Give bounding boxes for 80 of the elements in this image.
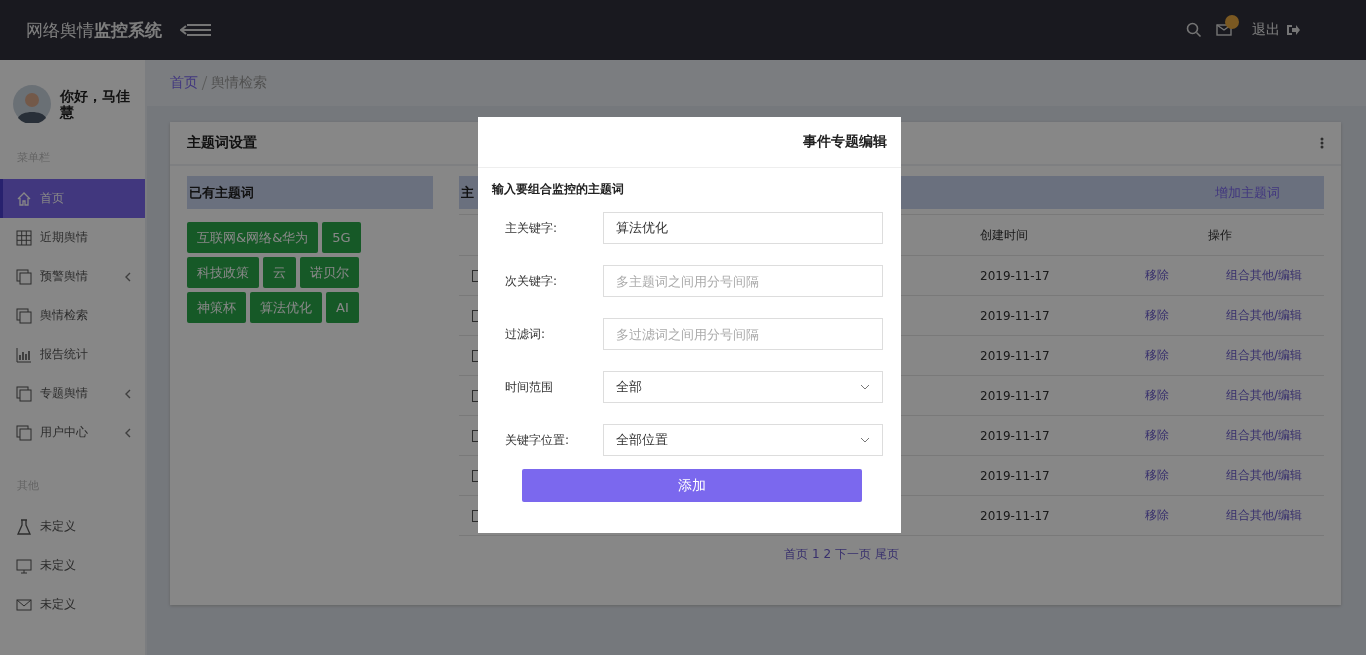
keyword-tag[interactable]: 科技政策 [187,257,259,288]
table-cell: 2019-11-17 [980,508,1050,523]
sidebar-item[interactable]: 未定义 [0,507,145,546]
panel-title: 已有主题词 [189,183,254,202]
select-field[interactable]: 全部位置 [603,424,883,456]
sidebar-item[interactable]: 未定义 [0,546,145,585]
edit-link[interactable]: 组合其他/编辑 [1225,388,1302,402]
copy-icon [16,424,32,441]
pagination[interactable]: 首页 1 2 下一页 尾页 [784,547,899,561]
edit-link[interactable]: 组合其他/编辑 [1225,468,1302,482]
monitor-icon [16,557,32,574]
keyword-tag[interactable]: 诺贝尔 [300,257,359,288]
home-icon [16,190,32,207]
logout-icon[interactable] [1286,24,1300,36]
add-button[interactable]: 添加 [522,469,862,502]
keyword-tag[interactable]: 5G [322,222,361,253]
remove-link[interactable]: 移除 [1145,388,1169,402]
field-label: 过滤词: [504,325,547,343]
panel-title: 主 [461,183,474,202]
keyword-tag[interactable]: AI [326,292,359,323]
avatar [13,85,51,123]
sidebar-item[interactable]: 用户中心 [0,413,145,452]
sidebar-item[interactable]: 舆情检索 [0,296,145,335]
keyword-tag[interactable]: 算法优化 [250,292,322,323]
app-title: 网络舆情监控系统 [26,18,162,42]
menu-icon[interactable] [180,23,212,37]
table-cell: 2019-11-17 [980,468,1050,483]
copy-icon [16,268,32,285]
sidebar-item[interactable]: 未定义 [0,585,145,624]
chevron-down-icon [860,384,870,390]
sidebar-item[interactable]: 首页 [0,179,145,218]
logout-link[interactable]: 退出 [1252,21,1280,39]
field-label: 主关键字: [504,219,559,237]
dialog-subtitle: 输入要组合监控的主题词 [492,181,625,198]
input-field[interactable]: 多过滤词之间用分号间隔 [603,318,883,350]
table-cell: 2019-11-17 [980,308,1050,323]
input-field[interactable]: 算法优化 [603,212,883,244]
select-field[interactable]: 全部 [603,371,883,403]
bars-icon [16,346,32,363]
edit-link[interactable]: 组合其他/编辑 [1225,428,1302,442]
mail-icon[interactable] [1216,24,1232,36]
field-label: 时间范围 [504,378,554,396]
remove-link[interactable]: 移除 [1145,348,1169,362]
sidebar-item[interactable]: 报告统计 [0,335,145,374]
remove-link[interactable]: 移除 [1145,428,1169,442]
column-header: 创建时间 [980,226,1029,244]
grid-icon [16,229,32,246]
sidebar-item[interactable]: 预警舆情 [0,257,145,296]
field-label: 次关键字: [504,272,559,290]
sidebar-item[interactable]: 近期舆情 [0,218,145,257]
table-cell: 2019-11-17 [980,268,1050,283]
remove-link[interactable]: 移除 [1145,508,1169,522]
table-cell: 2019-11-17 [980,348,1050,363]
table-cell: 2019-11-17 [980,388,1050,403]
input-field[interactable]: 多主题词之间用分号间隔 [603,265,883,297]
mail-icon [16,596,32,613]
field-label: 关键字位置: [504,431,571,449]
remove-link[interactable]: 移除 [1145,308,1169,322]
chevron-down-icon [860,437,870,443]
column-header: 操作 [1207,226,1233,244]
edit-link[interactable]: 组合其他/编辑 [1225,348,1302,362]
keyword-tag[interactable]: 神策杯 [187,292,246,323]
card-title: 主题词设置 [187,134,257,152]
dialog-title: 事件专题编辑 [803,133,887,151]
edit-link[interactable]: 组合其他/编辑 [1225,508,1302,522]
remove-link[interactable]: 移除 [1145,468,1169,482]
search-icon[interactable] [1186,22,1202,38]
edit-link[interactable]: 组合其他/编辑 [1225,268,1302,282]
copy-icon [16,385,32,402]
user-greeting: 你好，马佳慧 [60,88,131,120]
breadcrumb-item[interactable]: 首页 [170,74,198,92]
edit-link[interactable]: 组合其他/编辑 [1225,308,1302,322]
flask-icon [16,518,32,535]
table-cell: 2019-11-17 [980,428,1050,443]
more-icon[interactable] [1320,137,1324,149]
sidebar-item[interactable]: 专题舆情 [0,374,145,413]
copy-icon [16,307,32,324]
keyword-tag[interactable]: 互联网&网络&华为 [187,222,319,253]
remove-link[interactable]: 移除 [1145,268,1169,282]
keyword-tag[interactable]: 云 [263,257,296,288]
